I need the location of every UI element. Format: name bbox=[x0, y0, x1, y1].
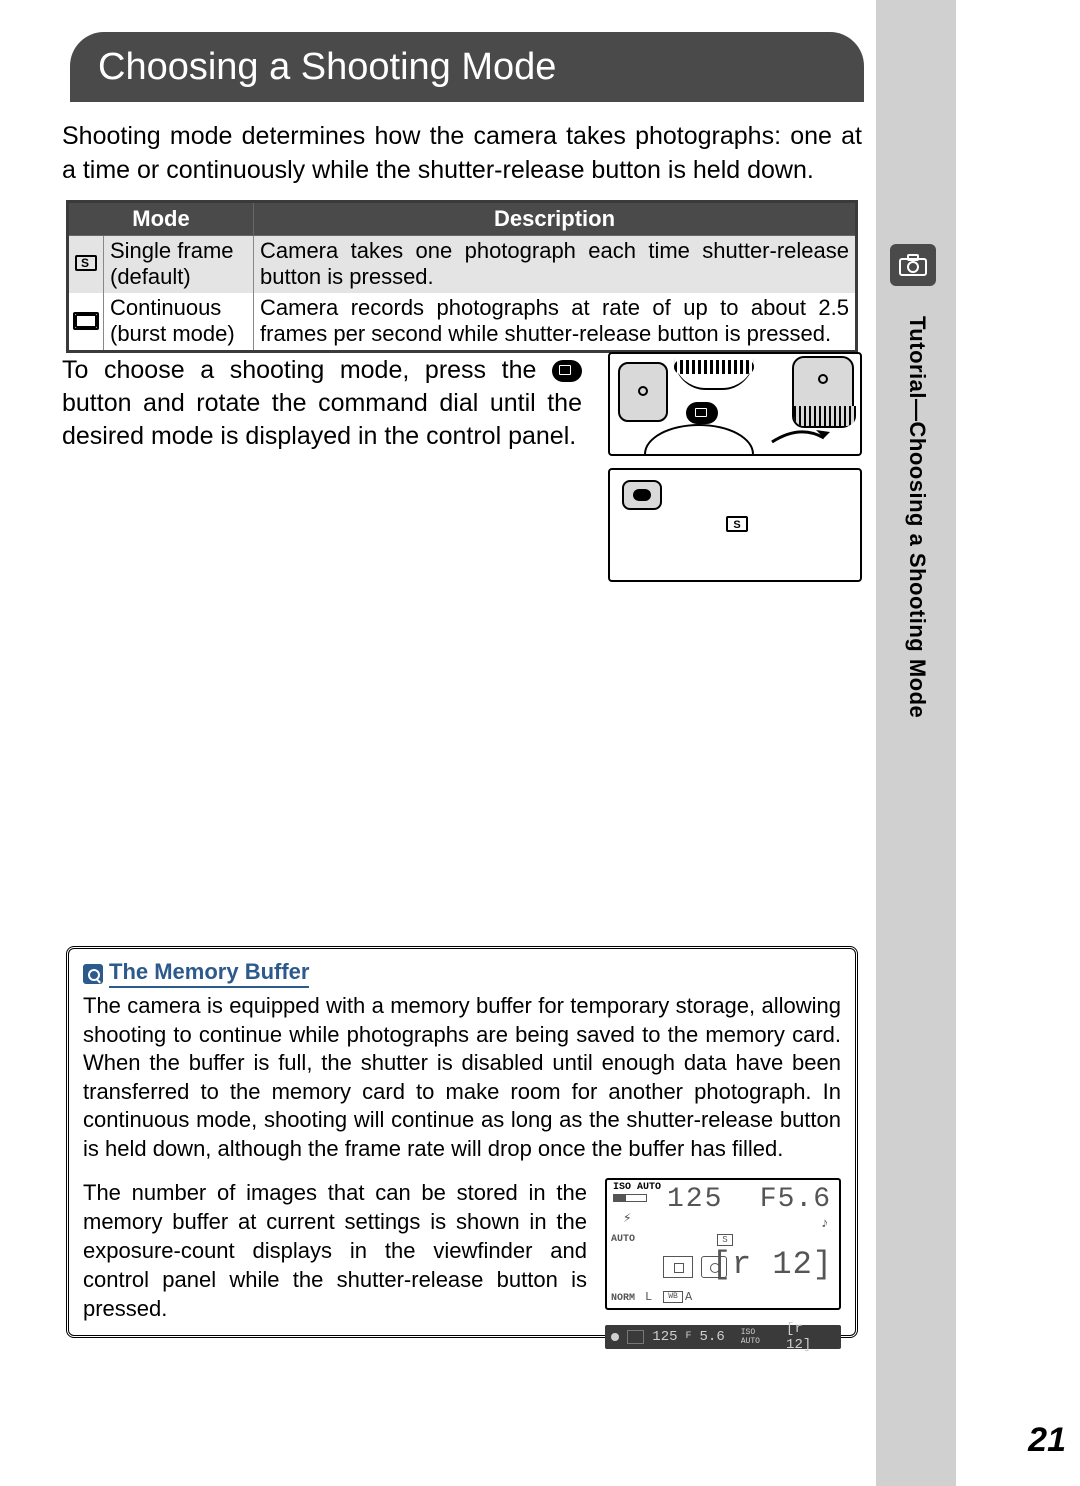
vf-af-area-icon bbox=[627, 1330, 645, 1344]
table-row: Continuous (burst mode) Camera records p… bbox=[68, 293, 857, 351]
th-desc: Description bbox=[254, 202, 857, 236]
shooting-mode-button-icon bbox=[622, 480, 662, 510]
lcd-quality: NORM bbox=[611, 1293, 635, 1304]
mode-desc: Camera takes one photograph each time sh… bbox=[254, 236, 857, 293]
vf-buffer-count: [r 12] bbox=[786, 1321, 835, 1353]
section-header: Choosing a Shooting Mode bbox=[70, 32, 864, 102]
vf-aperture: 5.6 bbox=[700, 1329, 725, 1345]
lcd-shutter: 125 bbox=[667, 1184, 723, 1215]
instruction-paragraph: To choose a shooting mode, press the but… bbox=[62, 354, 582, 453]
lcd-aperture: F5.6 bbox=[760, 1184, 831, 1215]
control-panel-lcd: S bbox=[608, 468, 862, 582]
lcd-iso: ISO AUTO bbox=[613, 1182, 661, 1193]
lcd-battery-icon bbox=[613, 1194, 647, 1202]
mode-icon-continuous bbox=[68, 293, 104, 351]
mode-table: Mode Description Single frame (default) … bbox=[66, 200, 858, 353]
page-number: 21 bbox=[1028, 1421, 1066, 1460]
lcd-wb-mode: A bbox=[685, 1290, 692, 1304]
lcd-beep-icon: ♪ bbox=[821, 1216, 829, 1232]
th-mode: Mode bbox=[68, 202, 254, 236]
note-title: The Memory Buffer bbox=[109, 959, 309, 988]
vf-shutter: 125 bbox=[652, 1329, 677, 1345]
rotate-arrow-icon bbox=[770, 428, 830, 446]
mode-desc: Camera records photographs at rate of up… bbox=[254, 293, 857, 351]
mode-name: Continuous (burst mode) bbox=[104, 293, 254, 351]
lcd-flash-icon: ⚡ bbox=[623, 1210, 631, 1227]
mode-icon-single bbox=[68, 236, 104, 293]
mode-name: Single frame (default) bbox=[104, 236, 254, 293]
camera-tab-icon bbox=[890, 244, 936, 286]
vf-focus-dot-icon bbox=[611, 1333, 619, 1341]
memory-buffer-note: The Memory Buffer The camera is equipped… bbox=[66, 946, 858, 1338]
viewfinder-display: 125 F5.6 ISO AUTO [r 12] bbox=[605, 1325, 841, 1349]
note-paragraph-2: The number of images that can be stored … bbox=[83, 1178, 587, 1323]
sidebar-section-label: Tutorial—Choosing a Shooting Mode bbox=[904, 316, 930, 718]
note-paragraph-1: The camera is equipped with a memory buf… bbox=[83, 992, 841, 1164]
camera-top-view bbox=[608, 352, 862, 456]
lcd-af-icon bbox=[663, 1256, 693, 1278]
mode-indicator: S bbox=[726, 516, 748, 532]
camera-diagram: S bbox=[608, 352, 862, 586]
lcd-panel-illustration: ISO AUTO 125 F5.6 ⚡ ♪ AUTO S [r 12] NORM… bbox=[605, 1178, 841, 1310]
vf-iso: ISO AUTO bbox=[741, 1328, 778, 1346]
command-dial-icon bbox=[792, 356, 854, 428]
magnifier-icon bbox=[83, 964, 103, 984]
table-row: Single frame (default) Camera takes one … bbox=[68, 236, 857, 293]
lcd-wb-label: WB bbox=[663, 1291, 683, 1303]
vf-aperture-prefix: F bbox=[686, 1331, 692, 1342]
lcd-size: L bbox=[645, 1290, 652, 1304]
intro-paragraph: Shooting mode determines how the camera … bbox=[62, 120, 862, 188]
side-margin: Tutorial—Choosing a Shooting Mode bbox=[876, 0, 956, 1486]
shooting-mode-button-icon bbox=[552, 360, 582, 382]
lcd-buffer-count: [r 12] bbox=[712, 1246, 833, 1283]
section-title: Choosing a Shooting Mode bbox=[98, 46, 556, 89]
lcd-mode-indicator: S bbox=[717, 1234, 733, 1246]
shooting-mode-button-icon bbox=[686, 402, 718, 424]
lcd-auto: AUTO bbox=[611, 1234, 635, 1245]
